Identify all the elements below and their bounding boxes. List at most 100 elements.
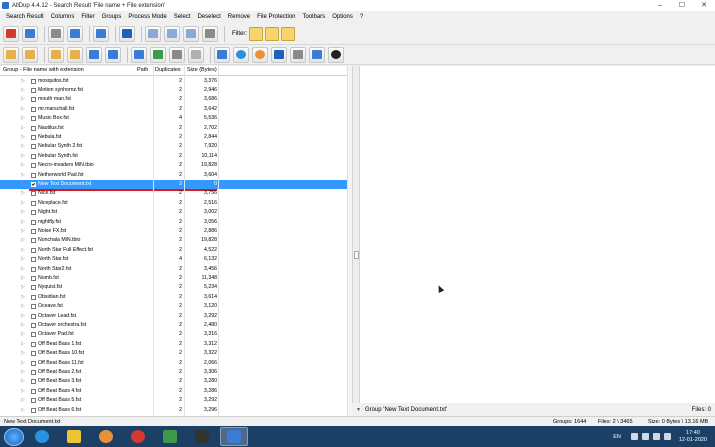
list-item[interactable]: ▷ Nice.fst 2 3,756 [0, 189, 352, 198]
row-checkbox[interactable] [31, 247, 36, 253]
list-item[interactable]: ▷ North Star Full Effect.fst 2 4,522 [0, 246, 352, 255]
list-item[interactable]: ▷ Nonchala MiN.tbio 2 19,828 [0, 236, 352, 245]
tray-arrow-icon[interactable] [630, 433, 638, 440]
list-item[interactable]: ▷ Off Beat Bass 4.fst 2 3,286 [0, 387, 352, 396]
row-checkbox[interactable] [31, 210, 36, 216]
taskbar-video-icon[interactable] [188, 427, 216, 446]
picture-icon[interactable] [309, 46, 325, 63]
row-checkbox[interactable] [31, 398, 36, 404]
minimize-button[interactable]: – [649, 0, 671, 11]
list-item[interactable]: ▷ mouth man.fst 2 3,686 [0, 95, 352, 104]
menu-item[interactable]: File Protection [257, 14, 295, 20]
row-checkbox[interactable] [31, 369, 36, 375]
list-item[interactable]: ▷ Noise FX.fst 2 2,886 [0, 227, 352, 236]
expand-icon[interactable]: ▷ [21, 359, 25, 368]
row-checkbox[interactable] [31, 228, 36, 234]
language-indicator[interactable]: EN [613, 434, 621, 440]
close-results-icon[interactable] [119, 25, 135, 42]
upload-icon[interactable] [86, 46, 102, 63]
internet-explorer-icon[interactable] [233, 46, 249, 63]
check-icon[interactable] [150, 46, 166, 63]
row-checkbox[interactable] [31, 332, 36, 338]
clock[interactable]: 17:40 12-01-2020 [679, 430, 707, 444]
expand-icon[interactable]: ▷ [21, 302, 25, 311]
expand-icon[interactable]: ▷ [21, 180, 25, 189]
delete-icon[interactable] [3, 25, 19, 42]
row-checkbox[interactable] [31, 181, 36, 187]
expand-icon[interactable]: ▷ [21, 77, 25, 86]
expand-icon[interactable]: ▷ [21, 312, 25, 321]
copy-icon[interactable] [48, 46, 64, 63]
expand-icon[interactable]: ▷ [21, 95, 25, 104]
expand-icon[interactable]: ▷ [21, 199, 25, 208]
row-checkbox[interactable] [31, 116, 36, 122]
row-checkbox[interactable] [31, 200, 36, 206]
row-checkbox[interactable] [31, 341, 36, 347]
move-icon[interactable] [67, 46, 83, 63]
row-checkbox[interactable] [31, 351, 36, 357]
select-icon[interactable] [131, 46, 147, 63]
expand-icon[interactable]: ▷ [21, 368, 25, 377]
expand-icon[interactable]: ▷ [21, 142, 25, 151]
list-item[interactable]: ▷ Night.fst 2 3,002 [0, 208, 352, 217]
row-checkbox[interactable] [31, 407, 36, 413]
list-item[interactable]: ▷ Obsidian.fst 2 3,614 [0, 293, 352, 302]
row-checkbox[interactable] [31, 163, 36, 169]
expand-icon[interactable]: ▷ [21, 274, 25, 283]
list-item[interactable]: ▷ Music Box.fst 4 5,536 [0, 114, 352, 123]
undo-icon[interactable] [188, 46, 204, 63]
start-button[interactable] [4, 427, 24, 446]
taskbar-paint-icon[interactable] [156, 427, 184, 446]
row-checkbox[interactable] [31, 388, 36, 394]
list-item[interactable]: ▷ Nautilus.fst 2 2,702 [0, 124, 352, 133]
menu-item[interactable]: Select [174, 14, 191, 20]
result-list[interactable]: ▷ mosquitos.fst 2 3,376 ▷ Motion synhornz.fst… [0, 76, 352, 416]
menu-item[interactable]: ? [360, 14, 363, 20]
help-icon[interactable] [93, 25, 109, 42]
list-item[interactable]: ▷ Octaver orchestra.fst 2 2,480 [0, 321, 352, 330]
row-checkbox[interactable] [31, 304, 36, 310]
folder-icon[interactable] [3, 46, 19, 63]
list-item[interactable]: ▷ Niceplace.fst 2 2,516 [0, 199, 352, 208]
list-item[interactable]: ▷ Off Beat Bass 3.fst 2 3,280 [0, 377, 352, 386]
expand-arrow-icon[interactable]: ▼ [356, 407, 361, 413]
list-icon[interactable] [214, 46, 230, 63]
menu-item[interactable]: Filter [81, 14, 94, 20]
expand-icon[interactable]: ▷ [21, 387, 25, 396]
row-checkbox[interactable] [31, 219, 36, 225]
taskbar-ie-icon[interactable] [28, 427, 56, 446]
list-item[interactable]: ▷ mr.marschall.fst 2 3,642 [0, 105, 352, 114]
menu-item[interactable]: Columns [51, 14, 75, 20]
menu-item[interactable]: Deselect [197, 14, 220, 20]
columns-icon[interactable] [145, 25, 161, 42]
row-checkbox[interactable] [31, 266, 36, 272]
expand-icon[interactable]: ▷ [21, 124, 25, 133]
save-icon[interactable] [67, 25, 83, 42]
expand-icon[interactable]: ▷ [21, 293, 25, 302]
taskbar-explorer-icon[interactable] [60, 427, 88, 446]
list-item[interactable]: ▷ nightfly.fst 2 3,056 [0, 218, 352, 227]
list-item[interactable]: ▷ Off Beat Bass 11.fst 2 2,066 [0, 359, 352, 368]
menu-item[interactable]: Process Mode [128, 14, 166, 20]
expand-icon[interactable]: ▷ [21, 377, 25, 386]
grid-icon[interactable] [183, 25, 199, 42]
list-item[interactable]: ▷ North Star2.fst 2 3,456 [0, 265, 352, 274]
filter-folder-icon[interactable] [249, 26, 263, 41]
list-item[interactable]: ▷ Motion synhornz.fst 2 2,946 [0, 86, 352, 95]
download-icon[interactable] [105, 46, 121, 63]
list-item[interactable]: ▷ mosquitos.fst 2 3,376 [0, 77, 352, 86]
row-checkbox[interactable] [31, 379, 36, 385]
expand-icon[interactable]: ▷ [21, 86, 25, 95]
list-item[interactable]: ▷ New Text Document.txt 2 0 [0, 179, 352, 190]
flag-icon[interactable] [641, 433, 649, 440]
expand-icon[interactable]: ▷ [21, 330, 25, 339]
expand-icon[interactable]: ▷ [21, 189, 25, 198]
menu-item[interactable]: Toolbars [303, 14, 326, 20]
expand-icon[interactable]: ▷ [21, 114, 25, 123]
list-item[interactable]: ▷ Nebular Synth.fst 2 10,114 [0, 152, 352, 161]
row-checkbox[interactable] [31, 360, 36, 366]
row-checkbox[interactable] [31, 153, 36, 159]
row-checkbox[interactable] [31, 238, 36, 244]
column-duplicates[interactable]: Duplicates [155, 67, 181, 73]
expand-icon[interactable]: ▷ [21, 171, 25, 180]
